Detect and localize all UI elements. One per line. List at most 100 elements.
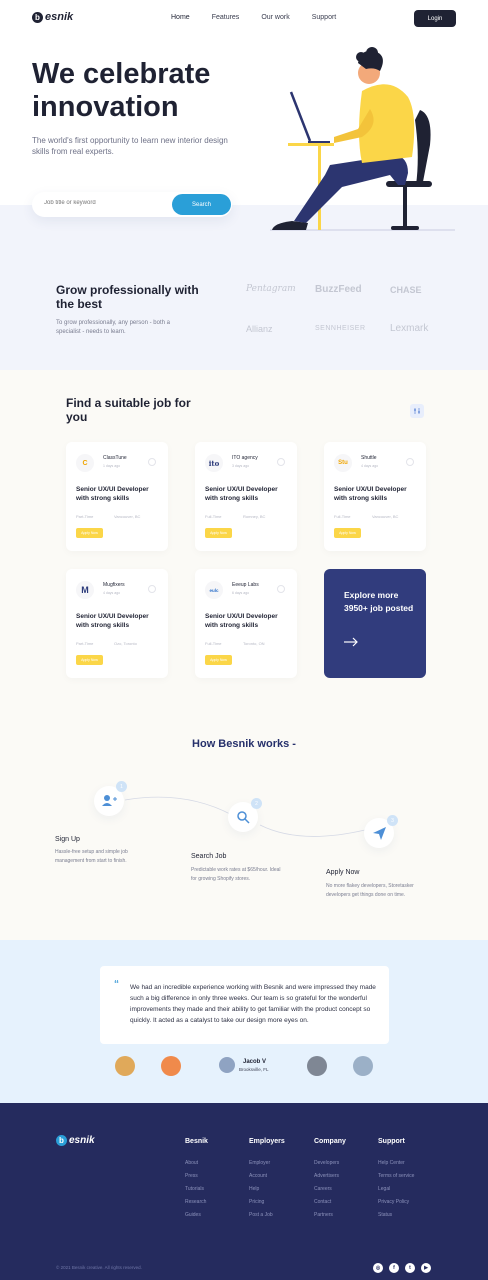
search-bar: Search — [32, 192, 232, 217]
more-options-icon[interactable] — [148, 585, 156, 593]
logo[interactable]: b esnik — [32, 11, 73, 23]
job-card[interactable]: M Mugfixers 4 days ago Senior UX/UI Deve… — [66, 569, 168, 678]
company-logo: C — [76, 454, 94, 472]
company-name: Eeeup Labs — [232, 582, 259, 588]
more-options-icon[interactable] — [277, 458, 285, 466]
arrow-right-icon — [344, 637, 358, 647]
explore-jobs-card[interactable]: Explore more 3950+ job posted — [324, 569, 426, 678]
logo-text: esnik — [45, 11, 74, 23]
step-title: Sign Up — [55, 836, 80, 843]
job-location: Vancouver, BC — [114, 514, 141, 519]
company-logo: ito — [205, 454, 223, 472]
job-type: Part-Time — [76, 641, 94, 646]
company-name: ITO agency — [232, 455, 258, 461]
step-number: 3 — [387, 815, 398, 826]
footer-link[interactable]: Research — [185, 1199, 206, 1205]
footer-link[interactable]: Guides — [185, 1212, 201, 1218]
search-input[interactable] — [44, 200, 164, 206]
how-title: How Besnik works - — [192, 738, 296, 750]
testimonial-text: We had an incredible experience working … — [130, 984, 376, 1024]
job-card[interactable]: eulc Eeeup Labs 6 days ago Senior UX/UI … — [195, 569, 297, 678]
login-button[interactable]: Login — [414, 10, 456, 27]
more-options-icon[interactable] — [406, 458, 414, 466]
footer-col-title: Employers — [249, 1138, 285, 1145]
job-title: Senior UX/UI Developer with strong skill… — [76, 613, 149, 629]
apply-button[interactable]: Apply Now — [334, 528, 361, 538]
brand-allianz: Allianz — [246, 324, 273, 334]
avatar[interactable] — [307, 1056, 327, 1076]
footer-link[interactable]: Press — [185, 1173, 198, 1179]
footer-link[interactable]: Partners — [314, 1212, 333, 1218]
step-number: 2 — [251, 798, 262, 809]
job-type: Part-Time — [76, 514, 94, 519]
footer-link[interactable]: Careers — [314, 1186, 332, 1192]
step-description: No more flakey developers, Storetasker d… — [326, 883, 414, 898]
footer-link[interactable]: Tutorials — [185, 1186, 204, 1192]
reviewer-name: Jacob V — [243, 1059, 267, 1065]
twitter-icon[interactable]: t — [405, 1263, 415, 1273]
job-card[interactable]: C ClassTune 1 days ago Senior UX/UI Deve… — [66, 442, 168, 551]
apply-button[interactable]: Apply Now — [205, 528, 232, 538]
footer-link[interactable]: Post a Job — [249, 1212, 273, 1218]
job-card[interactable]: ito ITO agency 3 days ago Senior UX/UI D… — [195, 442, 297, 551]
apply-button[interactable]: Apply Now — [205, 655, 232, 665]
nav-link-our-work[interactable]: Our work — [261, 14, 289, 21]
hero-title: We celebrate innovation — [32, 58, 211, 123]
quote-icon: “ — [114, 979, 119, 990]
job-location: Vancouver, BC — [372, 514, 399, 519]
footer-col-title: Besnik — [185, 1138, 208, 1145]
company-logo: M — [76, 581, 94, 599]
filter-button[interactable] — [410, 404, 424, 418]
brand-lexmark: Lexmark — [390, 323, 429, 334]
apply-button[interactable]: Apply Now — [76, 655, 103, 665]
footer-link[interactable]: Legal — [378, 1186, 390, 1192]
avatar[interactable] — [115, 1056, 135, 1076]
company-logo: eulc — [205, 581, 223, 599]
footer-link[interactable]: Help — [249, 1186, 259, 1192]
facebook-icon[interactable]: f — [389, 1263, 399, 1273]
footer-link[interactable]: Privacy Policy — [378, 1199, 409, 1205]
footer-link[interactable]: Pricing — [249, 1199, 264, 1205]
instagram-icon[interactable]: ◎ — [373, 1263, 383, 1273]
footer-link[interactable]: Status — [378, 1212, 392, 1218]
more-options-icon[interactable] — [277, 585, 285, 593]
job-title: Senior UX/UI Developer with strong skill… — [205, 613, 278, 629]
brand-pentagram: Pentagram — [246, 284, 296, 294]
footer-link[interactable]: Account — [249, 1173, 267, 1179]
footer-col-title: Support — [378, 1138, 405, 1145]
hero-subtitle: The world's first opportunity to learn n… — [32, 136, 228, 156]
posted-ago: 1 days ago — [103, 464, 121, 468]
footer-link[interactable]: About — [185, 1160, 198, 1166]
footer-col-title: Company — [314, 1138, 346, 1145]
job-type: Full-Time — [205, 514, 222, 519]
step-title: Apply Now — [326, 869, 360, 876]
footer-link[interactable]: Contact — [314, 1199, 331, 1205]
jobs-title: Find a suitable job for you — [66, 396, 191, 424]
job-title: Senior UX/UI Developer with strong skill… — [205, 486, 278, 502]
footer-logo[interactable]: b esnik — [56, 1135, 95, 1146]
explore-text: Explore more 3950+ job posted — [344, 590, 414, 613]
footer-link[interactable]: Help Center — [378, 1160, 405, 1166]
posted-ago: 3 days ago — [232, 464, 250, 468]
more-options-icon[interactable] — [148, 458, 156, 466]
apply-button[interactable]: Apply Now — [76, 528, 103, 538]
avatar[interactable] — [161, 1056, 181, 1076]
footer-link[interactable]: Advertisers — [314, 1173, 339, 1179]
footer-link[interactable]: Terms of service — [378, 1173, 414, 1179]
search-button[interactable]: Search — [172, 194, 231, 215]
brand-buzzfeed: BuzzFeed — [315, 284, 362, 295]
posted-ago: 4 days ago — [361, 464, 379, 468]
nav-link-support[interactable]: Support — [312, 14, 337, 21]
job-card[interactable]: Stu Shuttle 4 days ago Senior UX/UI Deve… — [324, 442, 426, 551]
logo-mark: b — [32, 11, 43, 23]
footer-link[interactable]: Employer — [249, 1160, 270, 1166]
footer-link[interactable]: Developers — [314, 1160, 339, 1166]
company-name: Mugfixers — [103, 582, 125, 588]
hero-illustration — [270, 47, 455, 231]
avatar-active[interactable] — [219, 1057, 235, 1073]
nav-link-home[interactable]: Home — [171, 14, 190, 21]
avatar[interactable] — [353, 1056, 373, 1076]
youtube-icon[interactable]: ▶ — [421, 1263, 431, 1273]
job-title: Senior UX/UI Developer with strong skill… — [334, 486, 407, 502]
nav-link-features[interactable]: Features — [212, 14, 240, 21]
